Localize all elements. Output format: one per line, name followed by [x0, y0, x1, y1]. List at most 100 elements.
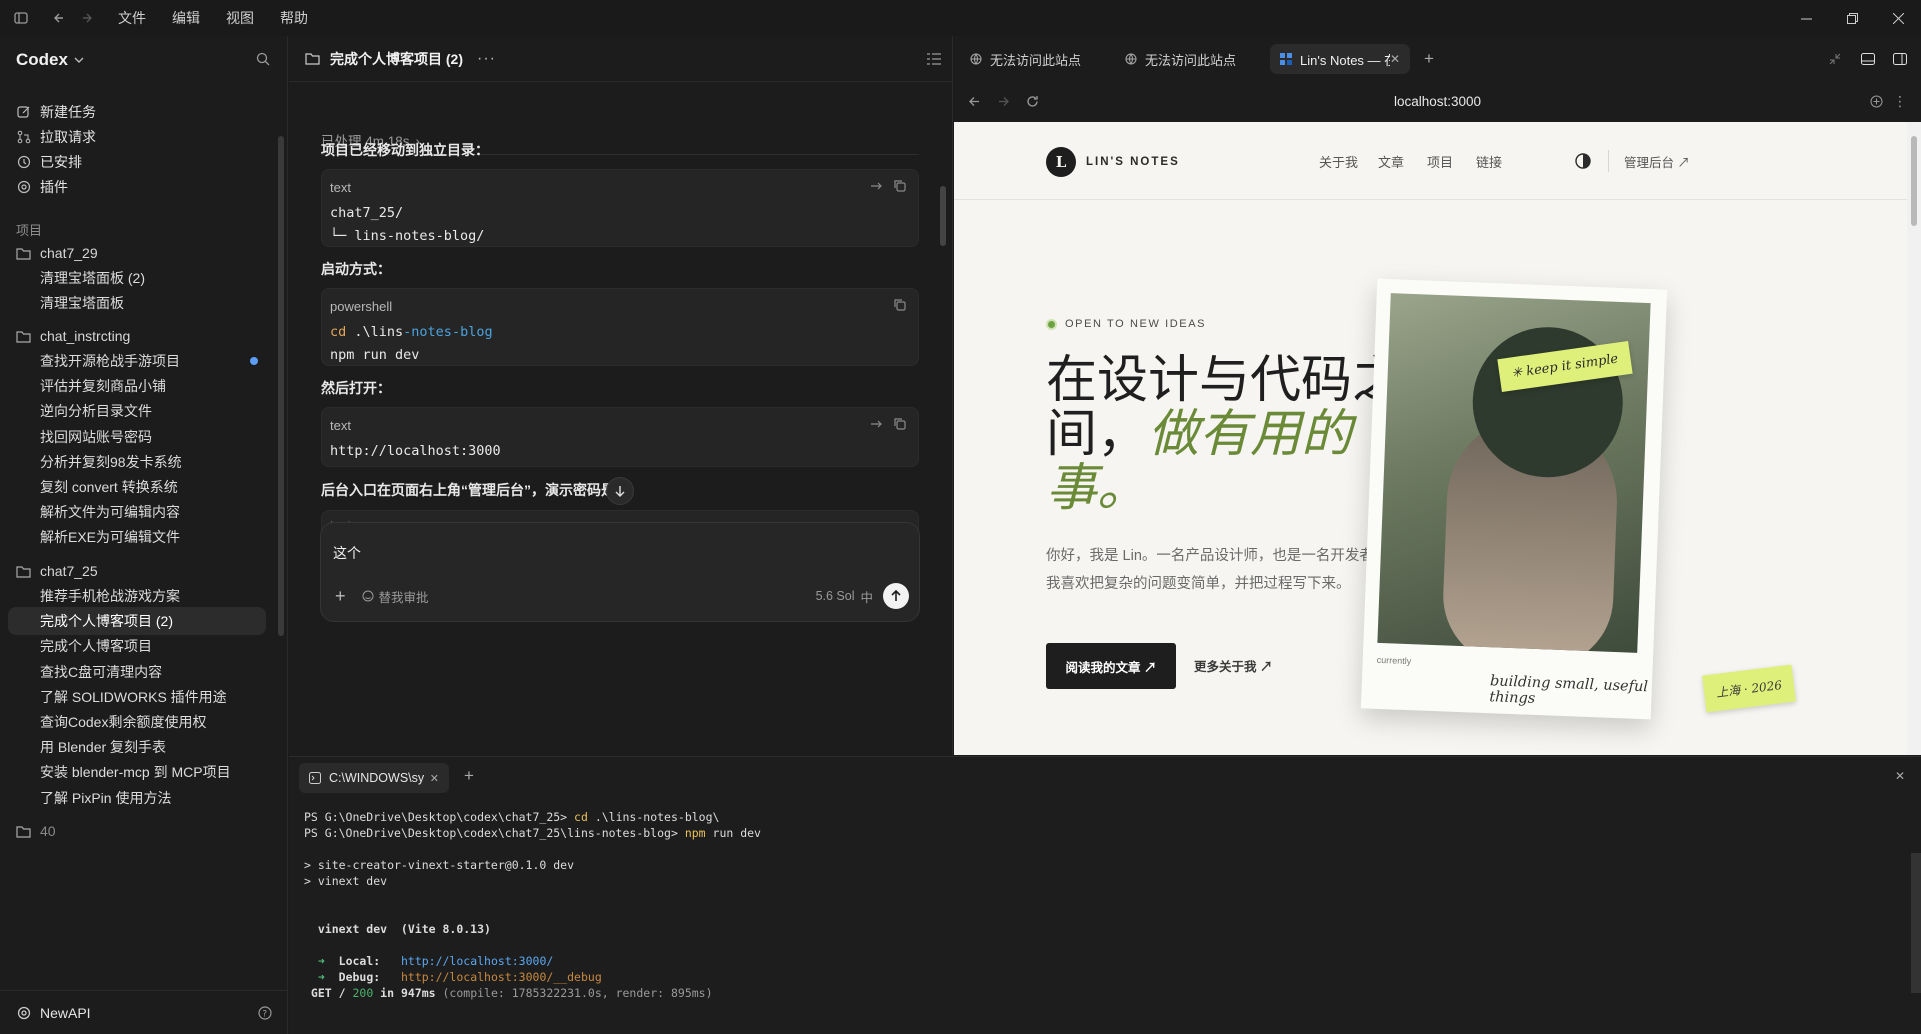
- side-panel-toggle-icon[interactable]: [1893, 53, 1907, 65]
- copy-icon[interactable]: [894, 418, 906, 430]
- terminal-link[interactable]: http://localhost:3000/: [401, 954, 553, 968]
- new-tab-icon[interactable]: +: [1424, 49, 1434, 69]
- url-field[interactable]: localhost:3000: [954, 94, 1921, 109]
- scroll-to-bottom-button[interactable]: [606, 477, 634, 505]
- project-folder[interactable]: 40: [8, 817, 266, 845]
- task-item[interactable]: 查找C盘可清理内容: [8, 658, 266, 686]
- account-name[interactable]: NewAPI: [40, 1005, 91, 1021]
- clock-icon: [16, 155, 32, 169]
- new-task-button[interactable]: 新建任务: [8, 98, 266, 126]
- browser-tab[interactable]: 无法访问此站点: [960, 44, 1091, 74]
- menu-view[interactable]: 视图: [226, 8, 254, 28]
- terminal-link[interactable]: http://localhost:3000/__debug: [401, 970, 602, 984]
- project-folder[interactable]: chat7_29: [8, 239, 266, 267]
- minimize-button[interactable]: [1783, 0, 1829, 36]
- new-task-label: 新建任务: [40, 104, 96, 120]
- nav-about[interactable]: 关于我: [1319, 152, 1358, 171]
- task-item[interactable]: 复刻 convert 转换系统: [8, 473, 266, 501]
- project-folder[interactable]: chat_instrcting: [8, 322, 266, 350]
- task-item-selected[interactable]: 完成个人博客项目 (2): [8, 607, 266, 635]
- more-options-icon[interactable]: ···: [477, 50, 496, 68]
- pull-request-icon: [16, 130, 32, 144]
- task-item[interactable]: 用 Blender 复刻手表: [8, 733, 266, 761]
- nav-articles[interactable]: 文章: [1378, 152, 1404, 171]
- add-bookmark-icon[interactable]: [1870, 95, 1883, 108]
- close-tab-icon[interactable]: ✕: [1390, 52, 1400, 66]
- terminal-tab[interactable]: C:\WINDOWS\sy ✕: [299, 763, 449, 793]
- task-item[interactable]: 完成个人博客项目: [8, 632, 266, 660]
- nav-projects[interactable]: 项目: [1427, 152, 1453, 171]
- composer-input[interactable]: 这个: [333, 543, 361, 563]
- terminal-output[interactable]: PS G:\OneDrive\Desktop\codex\chat7_25> c…: [304, 809, 761, 1001]
- task-item[interactable]: 分析并复刻98发卡系统: [8, 448, 266, 476]
- browser-tab-active[interactable]: Lin's Notes — 在 ✕: [1270, 44, 1411, 74]
- wrap-icon[interactable]: [870, 180, 882, 192]
- restore-button[interactable]: [1829, 0, 1875, 36]
- terminal-command: cd: [574, 810, 588, 824]
- help-icon[interactable]: ?: [258, 1005, 272, 1020]
- terminal-label: Debug:: [338, 970, 401, 984]
- project-folder[interactable]: chat7_25: [8, 557, 266, 585]
- task-item[interactable]: 评估并复刻商品小铺: [8, 372, 266, 400]
- close-tab-icon[interactable]: ✕: [430, 772, 439, 785]
- task-item[interactable]: 清理宝塔面板: [8, 289, 266, 317]
- sidebar-scrollbar[interactable]: [278, 136, 284, 636]
- theme-toggle-icon[interactable]: [1575, 153, 1591, 169]
- menu-edit[interactable]: 编辑: [172, 8, 200, 28]
- site-logo[interactable]: L LIN'S NOTES: [1046, 147, 1180, 177]
- close-panel-icon[interactable]: ✕: [1895, 769, 1905, 783]
- reload-icon[interactable]: [1026, 95, 1039, 108]
- outline-toggle-icon[interactable]: [927, 52, 941, 65]
- bottom-panel-toggle-icon[interactable]: [1861, 53, 1875, 65]
- page-scrollbar[interactable]: [1907, 122, 1921, 755]
- reasoning-selector[interactable]: 中: [860, 587, 873, 606]
- task-item[interactable]: 找回网站账号密码: [8, 423, 266, 451]
- send-button[interactable]: [883, 583, 909, 609]
- composer[interactable]: 这个 + 替我审批 5.6 Sol 中: [320, 522, 920, 622]
- task-item[interactable]: 解析文件为可编辑内容: [8, 498, 266, 526]
- task-item[interactable]: 清理宝塔面板 (2): [8, 264, 266, 292]
- task-item[interactable]: 了解 PixPin 使用方法: [8, 784, 266, 812]
- task-label: 查找开源枪战手游项目: [40, 353, 180, 369]
- terminal-scrollbar[interactable]: [1911, 853, 1921, 993]
- back-arrow-icon[interactable]: [968, 95, 981, 108]
- collapse-icon[interactable]: [1829, 53, 1841, 65]
- sidebar-toggle-icon[interactable]: [10, 7, 32, 29]
- tab-label: Lin's Notes — 在: [1300, 52, 1390, 68]
- brand-switcher[interactable]: Codex: [16, 50, 84, 70]
- search-icon[interactable]: [256, 52, 270, 66]
- task-item[interactable]: 逆向分析目录文件: [8, 397, 266, 425]
- admin-link[interactable]: 管理后台 ↗: [1624, 152, 1690, 171]
- menu-file[interactable]: 文件: [118, 8, 146, 28]
- new-terminal-icon[interactable]: +: [464, 766, 474, 786]
- menu-help[interactable]: 帮助: [280, 8, 308, 28]
- back-arrow-icon[interactable]: [48, 7, 70, 29]
- code-block: text chat7_25/ └─ lins-notes-blog/: [321, 169, 919, 247]
- task-item[interactable]: 安装 blender-mcp 到 MCP项目: [8, 758, 266, 786]
- approval-mode-button[interactable]: 替我审批: [362, 587, 429, 606]
- read-articles-button[interactable]: 阅读我的文章 ↗: [1046, 643, 1176, 689]
- plugins-label: 插件: [40, 179, 68, 195]
- copy-icon[interactable]: [894, 180, 906, 192]
- task-item[interactable]: 推荐手机枪战游戏方案: [8, 582, 266, 610]
- pull-requests-button[interactable]: 拉取请求: [8, 123, 266, 151]
- close-window-button[interactable]: [1875, 0, 1921, 36]
- settings-icon[interactable]: [17, 1006, 31, 1020]
- plugins-button[interactable]: 插件: [8, 173, 266, 201]
- more-about-link[interactable]: 更多关于我 ↗: [1194, 656, 1272, 675]
- task-item[interactable]: 查询Codex剩余额度使用权: [8, 708, 266, 736]
- task-item[interactable]: 查找开源枪战手游项目: [8, 347, 266, 375]
- forward-arrow-icon[interactable]: [997, 95, 1010, 108]
- copy-icon[interactable]: [894, 299, 906, 311]
- browser-tab[interactable]: 无法访问此站点: [1115, 44, 1246, 74]
- task-item[interactable]: 了解 SOLIDWORKS 插件用途: [8, 683, 266, 711]
- forward-arrow-icon[interactable]: [76, 7, 98, 29]
- scheduled-button[interactable]: 已安排: [8, 148, 266, 176]
- add-attachment-icon[interactable]: +: [335, 586, 346, 607]
- nav-links[interactable]: 链接: [1476, 152, 1502, 171]
- wrap-icon[interactable]: [870, 418, 882, 430]
- menu-dots-icon[interactable]: ⋮: [1893, 93, 1907, 110]
- model-selector[interactable]: 5.6 Sol: [816, 589, 855, 603]
- chat-scrollbar[interactable]: [940, 186, 946, 246]
- task-item[interactable]: 解析EXE为可编辑文件: [8, 523, 266, 551]
